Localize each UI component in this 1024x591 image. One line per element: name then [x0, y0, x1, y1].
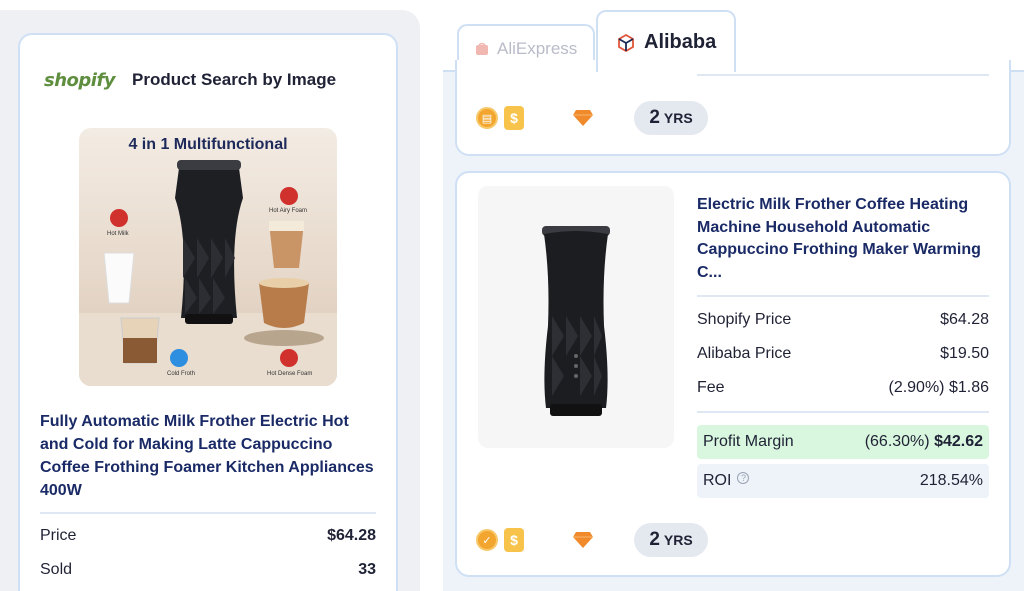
trade-assurance-icon: $ [504, 106, 524, 130]
row-alibaba-price: Alibaba Price $19.50 [697, 345, 989, 363]
roi-value: 218.54% [919, 472, 983, 489]
tab-label: AliExpress [497, 39, 578, 58]
profit-margin-label: Profit Margin [703, 433, 794, 450]
profit-margin-percent: (66.30%) [864, 433, 930, 450]
aliexpress-icon [476, 42, 488, 55]
shopify-product-image[interactable]: 4 in 1 Multifunctional Hot Milk Hot Airy… [79, 128, 337, 386]
milk-frother-illustration [79, 160, 337, 386]
previous-card-divider [697, 74, 989, 76]
supplier-badges-top: ▤ $ 2 YRS [476, 101, 708, 135]
roi-row: ROI? 218.54% [697, 464, 989, 498]
title-divider [697, 295, 989, 297]
label-hot-milk: Hot Milk [107, 231, 129, 237]
stat-value: $64.28 [327, 527, 376, 544]
years-number: 2 [649, 529, 660, 550]
stat-label: Sold [40, 561, 73, 578]
label-hot-airy-foam: Hot Airy Foam [269, 208, 308, 214]
fee-divider [697, 411, 989, 413]
row-shopify-price: Shopify Price $64.28 [697, 311, 989, 329]
diamond-icon [573, 110, 593, 126]
gold-supplier-icon: ▤ [476, 107, 498, 129]
diamond-icon [573, 532, 593, 548]
alibaba-price-label: Alibaba Price [697, 345, 792, 362]
alibaba-product-title[interactable]: Electric Milk Frother Coffee Heating Mac… [697, 194, 989, 284]
tab-label: Alibaba [644, 30, 717, 53]
stats-divider [40, 512, 376, 514]
stat-row-price: Price $64.28 [40, 527, 376, 545]
shopify-price-value: $64.28 [940, 311, 989, 328]
shopify-price-label: Shopify Price [697, 311, 792, 328]
roi-label-group: ROI? [703, 472, 750, 490]
frother-product-photo [542, 226, 610, 416]
profit-margin-values: (66.30%) $42.62 [865, 433, 983, 451]
profit-margin-row: Profit Margin (66.30%) $42.62 [697, 425, 989, 459]
fee-label: Fee [697, 379, 725, 396]
alibaba-price-value: $19.50 [940, 345, 989, 362]
shopify-logo: shopify [44, 67, 116, 93]
row-fee: Fee (2.90%) $1.86 [697, 379, 989, 397]
label-cold-froth: Cold Froth [167, 371, 196, 377]
profit-margin-amount: $42.62 [934, 433, 983, 450]
label-hot-dense-foam: Hot Dense Foam [267, 371, 313, 377]
stat-value: 33 [358, 561, 376, 578]
years-badge: 2 YRS [634, 523, 708, 557]
tab-alibaba[interactable]: Alibaba [596, 10, 736, 72]
years-unit: YRS [663, 532, 693, 548]
fee-value: (2.90%) $1.86 [888, 379, 989, 396]
page-title: Product Search by Image [132, 70, 337, 89]
supplier-badges: ✓ $ 2 YRS [476, 523, 708, 557]
trade-assurance-icon: $ [504, 528, 524, 552]
help-icon[interactable]: ? [737, 472, 750, 484]
roi-label: ROI [703, 472, 732, 489]
shopify-logo-text: shopify [44, 69, 116, 91]
years-badge: 2 YRS [634, 101, 708, 135]
verified-check-icon: ✓ [476, 529, 498, 551]
alibaba-icon [618, 33, 634, 52]
stat-row-sold: Sold 33 [40, 561, 376, 579]
active-tab-underline-cover [598, 69, 734, 73]
shopify-product-title[interactable]: Fully Automatic Milk Frother Electric Ho… [40, 410, 380, 502]
stat-label: Price [40, 527, 77, 544]
years-unit: YRS [663, 110, 693, 126]
alibaba-product-image[interactable] [478, 186, 674, 448]
years-number: 2 [649, 107, 660, 128]
